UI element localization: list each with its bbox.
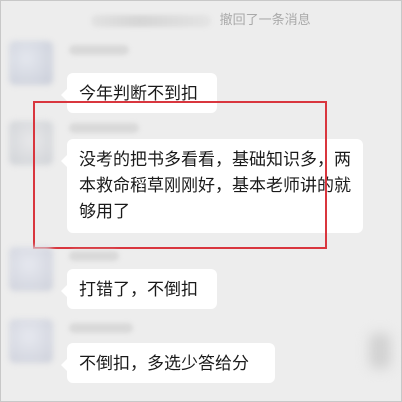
red-highlight-box — [33, 101, 327, 249]
avatar[interactable] — [9, 247, 53, 291]
message-text: 不倒扣，多选少答给分 — [79, 354, 249, 374]
message-bubble[interactable]: 不倒扣，多选少答给分 — [61, 343, 275, 383]
avatar[interactable] — [9, 41, 53, 85]
message-text: 打错了，不倒扣 — [79, 280, 198, 300]
blurred-side-element — [369, 333, 391, 369]
chat-window: 撤回了一条消息 今年判断不到扣 没考的把书多看看，基础知识多，两本救命稻草刚刚好… — [0, 0, 402, 402]
sender-nickname-blurred — [69, 45, 129, 55]
recall-notice: 撤回了一条消息 — [1, 9, 401, 28]
blurred-sender-name — [91, 14, 212, 27]
sender-nickname-blurred — [69, 323, 133, 333]
sender-nickname-blurred — [69, 251, 119, 261]
message-bubble[interactable]: 打错了，不倒扣 — [61, 269, 217, 309]
recall-notice-text: 撤回了一条消息 — [219, 13, 311, 28]
avatar[interactable] — [9, 319, 53, 363]
